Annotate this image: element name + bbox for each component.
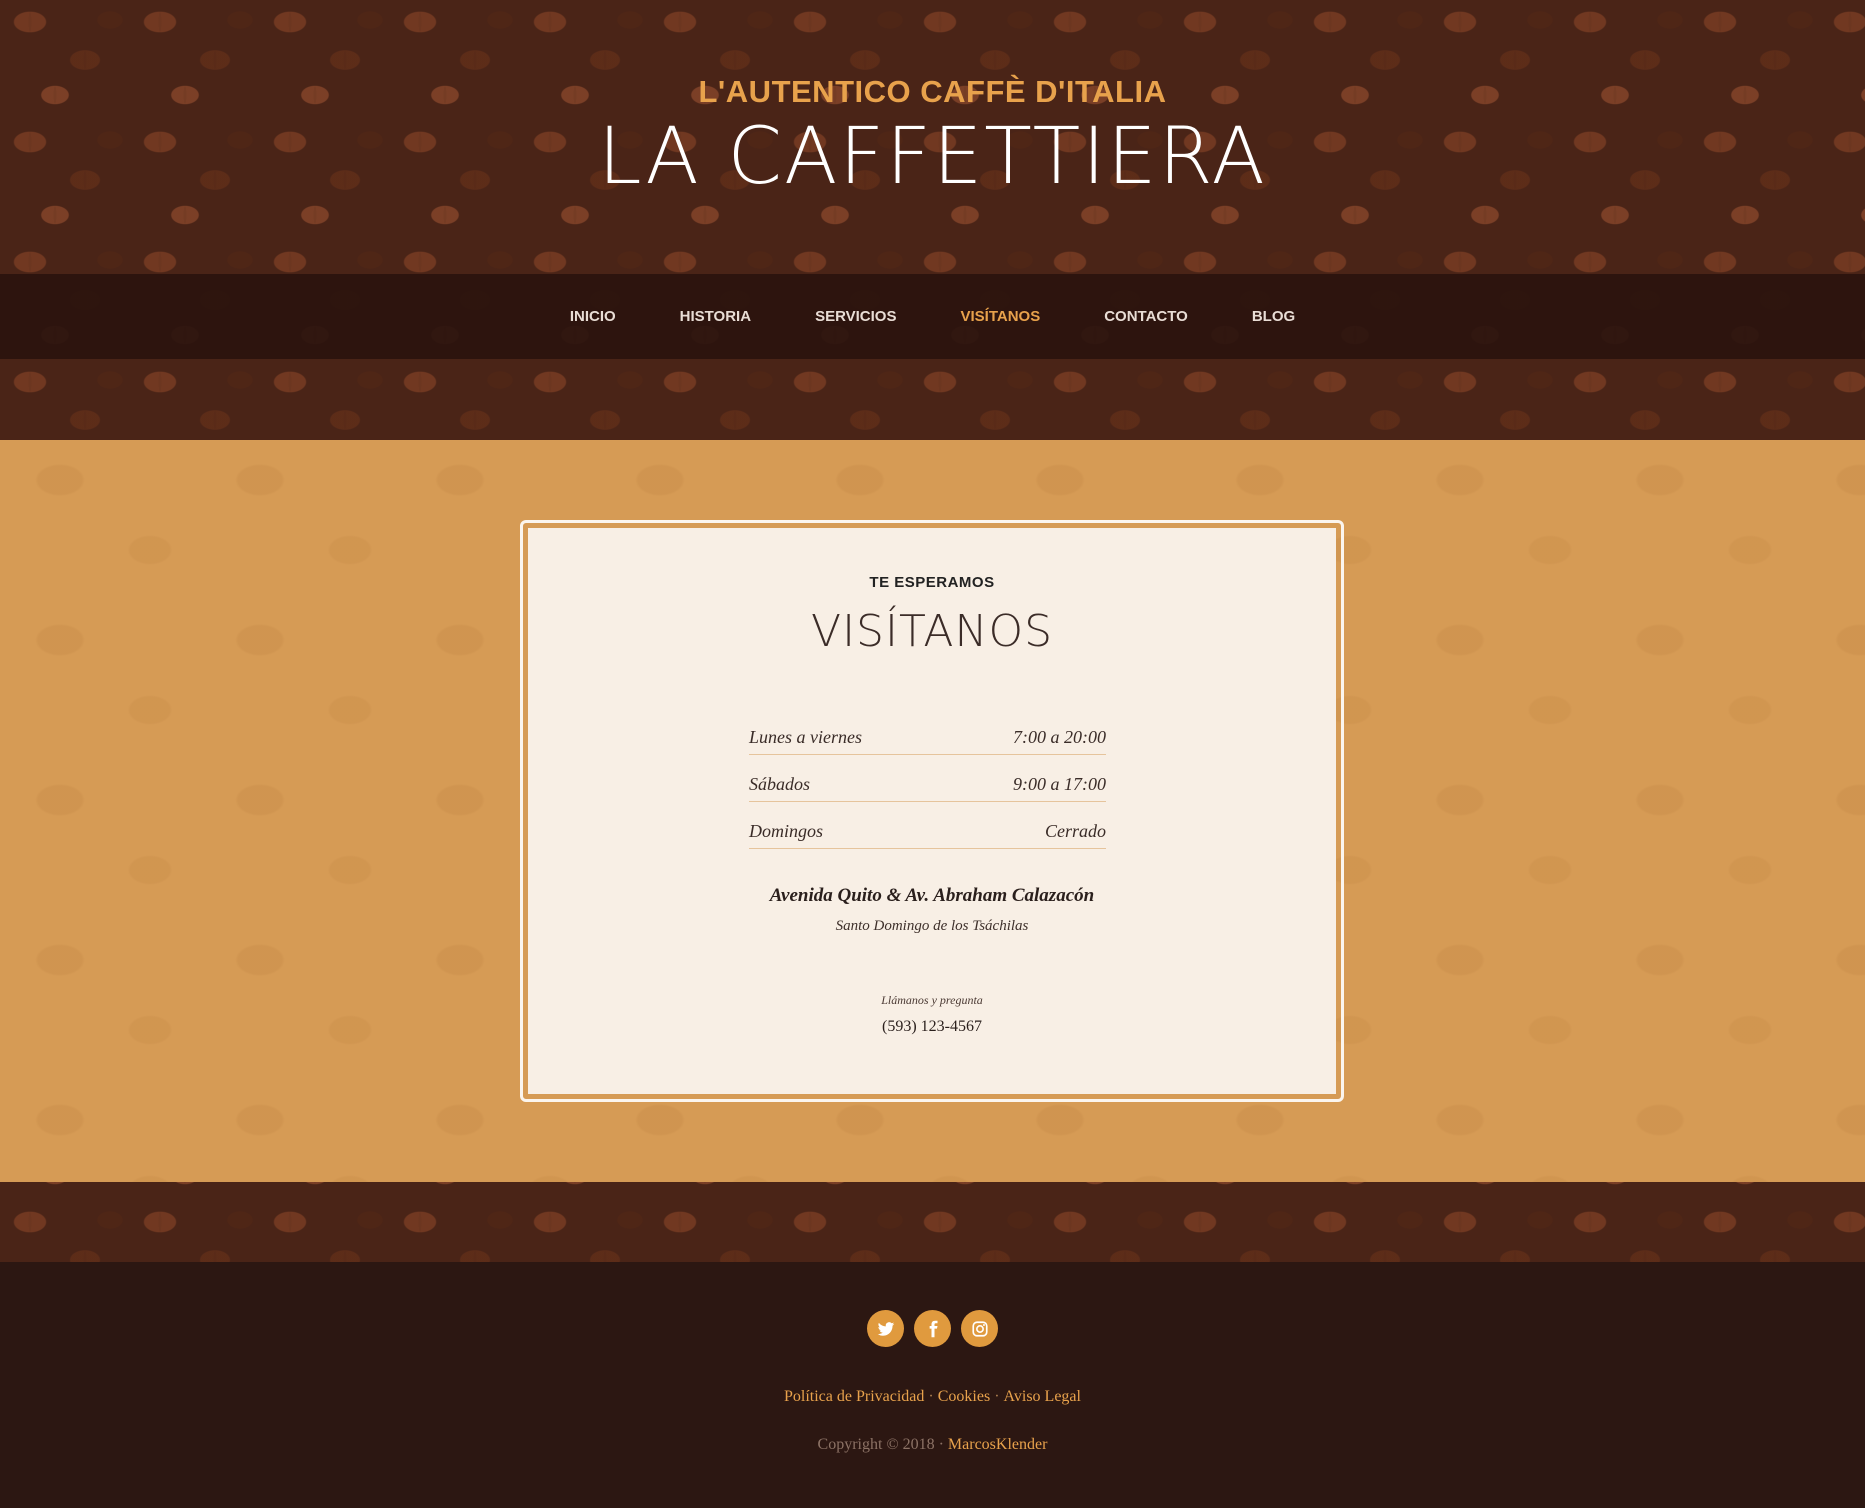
hours-day: Domingos <box>749 821 824 841</box>
visit-kicker: TE ESPERAMOS <box>869 574 995 591</box>
hours-time: Cerrado <box>1044 821 1106 841</box>
site-footer: Política de Privacidad · Cookies · Aviso Leg… <box>0 1262 1865 1508</box>
phone-number[interactable]: (593) 123-4567 <box>528 1018 1336 1036</box>
twitter-button[interactable] <box>867 1310 904 1347</box>
hours-time: 7:00 a 20:00 <box>1013 727 1106 747</box>
copyright: Copyright © 2018 · MarcosKlender <box>0 1436 1865 1454</box>
hours-day: Lunes a viernes <box>749 727 862 747</box>
hero-header: L'AUTENTICO CAFFÈ D'ITALIA LA CAFFETTIER… <box>0 0 1865 440</box>
opening-hours-list: Lunes a viernes 7:00 a 20:00 Sábados 9:0… <box>749 708 1106 849</box>
legal-notice-link[interactable]: Aviso Legal <box>1004 1388 1081 1405</box>
city-address: Santo Domingo de los Tsáchilas <box>835 918 1029 934</box>
hours-row: Lunes a viernes 7:00 a 20:00 <box>749 708 1106 755</box>
nav-item-contacto[interactable]: CONTACTO <box>1072 308 1220 325</box>
copyright-text: Copyright © 2018 · <box>817 1436 944 1453</box>
privacy-policy-link[interactable]: Política de Privacidad <box>784 1388 924 1405</box>
twitter-icon <box>877 1321 894 1336</box>
instagram-icon <box>971 1320 988 1337</box>
nav-item-blog[interactable]: BLOG <box>1220 308 1327 325</box>
visit-card-frame: TE ESPERAMOS VISÍTANOS Lunes a viernes 7… <box>520 520 1344 1102</box>
social-links <box>0 1310 1865 1347</box>
nav-item-inicio[interactable]: INICIO <box>538 308 648 325</box>
hours-row: Sábados 9:00 a 17:00 <box>749 755 1106 802</box>
nav-item-servicios[interactable]: SERVICIOS <box>783 308 928 325</box>
site-title: LA CAFFETTIERA <box>598 112 1267 202</box>
separator: · <box>994 1388 1000 1405</box>
nav-item-visitanos[interactable]: VISÍTANOS <box>928 308 1072 325</box>
legal-links: Política de Privacidad · Cookies · Aviso Leg… <box>0 1388 1865 1406</box>
cookies-link[interactable]: Cookies <box>938 1388 990 1405</box>
visit-section: TE ESPERAMOS VISÍTANOS Lunes a viernes 7… <box>0 440 1865 1182</box>
separator: · <box>928 1388 934 1405</box>
street-address: Avenida Quito & Av. Abraham Calazacón <box>769 885 1095 906</box>
hours-row: Domingos Cerrado <box>749 802 1106 849</box>
facebook-button[interactable] <box>914 1310 951 1347</box>
visit-heading: VISÍTANOS <box>810 606 1054 657</box>
call-label: Llámanos y pregunta <box>881 993 983 1007</box>
visit-card: TE ESPERAMOS VISÍTANOS Lunes a viernes 7… <box>528 528 1336 1094</box>
nav-item-historia[interactable]: HISTORIA <box>648 308 783 325</box>
main-nav: INICIO HISTORIA SERVICIOS VISÍTANOS CONT… <box>0 274 1865 359</box>
author-link[interactable]: MarcosKlender <box>948 1436 1048 1453</box>
hours-time: 9:00 a 17:00 <box>1013 774 1106 794</box>
instagram-button[interactable] <box>961 1310 998 1347</box>
hours-day: Sábados <box>749 774 811 794</box>
facebook-icon <box>929 1320 937 1337</box>
site-tagline: L'AUTENTICO CAFFÈ D'ITALIA <box>698 74 1167 109</box>
